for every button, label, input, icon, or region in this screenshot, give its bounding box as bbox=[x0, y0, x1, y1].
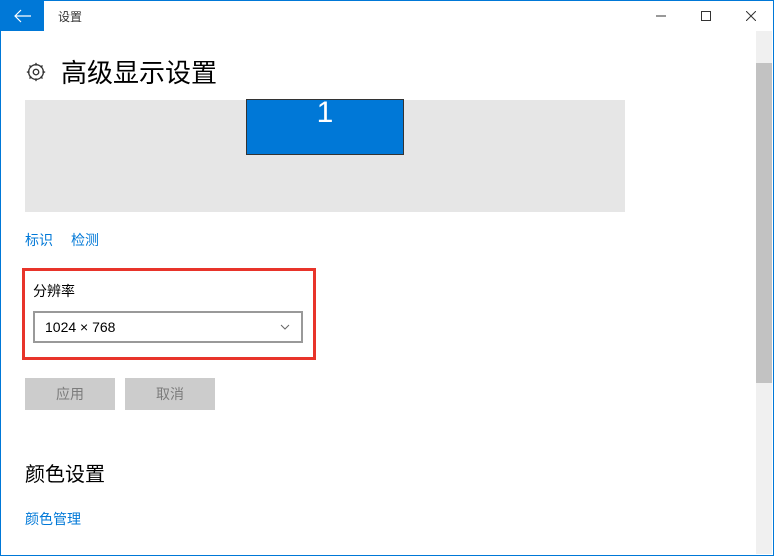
resolution-highlight-box: 分辨率 1024 × 768 bbox=[22, 268, 316, 360]
monitor-thumbnail[interactable]: 1 bbox=[246, 99, 404, 155]
maximize-button[interactable] bbox=[683, 1, 728, 31]
resolution-value: 1024 × 768 bbox=[45, 319, 115, 335]
minimize-button[interactable] bbox=[638, 1, 683, 31]
color-management-link[interactable]: 颜色管理 bbox=[25, 509, 749, 529]
chevron-down-icon bbox=[279, 321, 291, 333]
close-icon bbox=[746, 11, 756, 21]
cancel-button[interactable]: 取消 bbox=[125, 378, 215, 410]
resolution-label: 分辨率 bbox=[33, 281, 303, 301]
display-preview-area: 1 bbox=[25, 100, 625, 212]
detect-link[interactable]: 检测 bbox=[71, 230, 99, 250]
titlebar: 设置 bbox=[1, 1, 773, 31]
scroll-thumb[interactable] bbox=[756, 63, 772, 383]
content-area: 高级显示设置 1 标识 检测 分辨率 1024 × 768 应用 取消 颜色设置… bbox=[1, 31, 773, 555]
button-row: 应用 取消 bbox=[25, 378, 749, 410]
vertical-scrollbar[interactable] bbox=[756, 31, 772, 554]
page-title: 高级显示设置 bbox=[61, 53, 217, 90]
window-title: 设置 bbox=[44, 8, 638, 25]
back-button[interactable] bbox=[1, 1, 44, 31]
monitor-number: 1 bbox=[317, 96, 334, 130]
display-actions-row: 标识 检测 bbox=[25, 230, 749, 250]
page-header: 高级显示设置 bbox=[25, 53, 749, 90]
gear-icon bbox=[25, 61, 47, 83]
minimize-icon bbox=[656, 11, 666, 21]
maximize-icon bbox=[701, 11, 711, 21]
window-controls bbox=[638, 1, 773, 31]
color-section-title: 颜色设置 bbox=[25, 458, 749, 487]
close-button[interactable] bbox=[728, 1, 773, 31]
apply-button[interactable]: 应用 bbox=[25, 378, 115, 410]
resolution-dropdown[interactable]: 1024 × 768 bbox=[33, 311, 303, 343]
arrow-left-icon bbox=[14, 9, 32, 23]
identify-link[interactable]: 标识 bbox=[25, 230, 53, 250]
